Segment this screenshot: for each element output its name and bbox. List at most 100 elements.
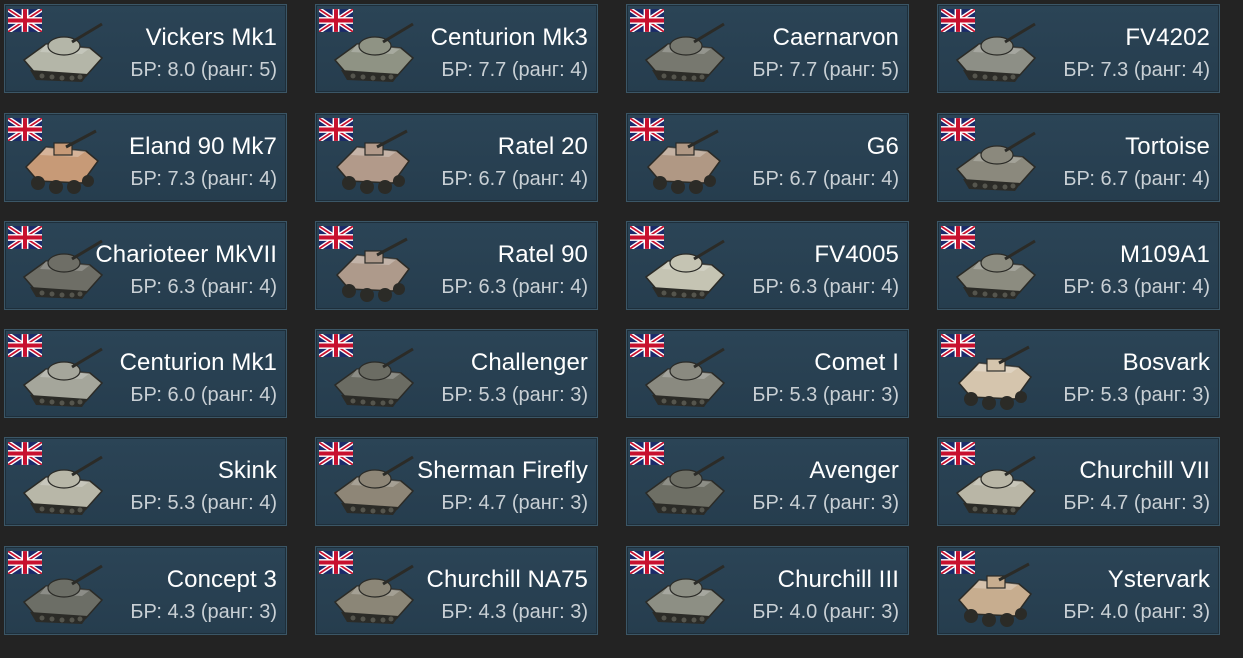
vehicle-icon xyxy=(957,345,1033,410)
vehicle-icon xyxy=(22,239,104,299)
vehicle-name: Bosvark xyxy=(1122,349,1210,376)
vehicle-card-churchill-na75[interactable]: Churchill NA75 БР: 4.3 (ранг: 3) xyxy=(315,546,598,635)
vehicle-body xyxy=(955,22,1037,82)
vehicle-icon xyxy=(955,239,1037,299)
vehicle-name: Eland 90 Mk7 xyxy=(129,133,277,160)
vehicle-icon xyxy=(644,455,726,515)
vehicle-name: FV4005 xyxy=(814,241,899,268)
vehicle-name: Skink xyxy=(217,457,277,484)
vehicle-icon xyxy=(955,455,1037,515)
vehicle-card-ystervark[interactable]: Ystervark БР: 4.0 (ранг: 3) xyxy=(937,546,1220,635)
vehicle-card-ratel-20[interactable]: Ratel 20 БР: 6.7 (ранг: 4) xyxy=(315,113,598,202)
vehicle-icon xyxy=(644,564,726,624)
vehicle-name: Comet I xyxy=(814,349,899,376)
vehicle-card-fv4005[interactable]: FV4005 БР: 6.3 (ранг: 4) xyxy=(626,221,909,310)
battle-rating: БР: 6.3 (ранг: 4) xyxy=(752,276,899,298)
battle-rating: БР: 7.7 (ранг: 4) xyxy=(441,59,588,81)
vehicle-icon xyxy=(333,455,415,515)
vehicle-name: Churchill III xyxy=(777,566,899,593)
vehicle-body xyxy=(335,129,411,194)
vehicle-body xyxy=(955,239,1037,299)
vehicle-icon xyxy=(24,129,100,194)
vehicle-card-caernarvon[interactable]: Caernarvon БР: 7.7 (ранг: 5) xyxy=(626,4,909,93)
vehicle-name: Centurion Mk3 xyxy=(430,24,588,51)
vehicle-name: Churchill VII xyxy=(1079,457,1210,484)
vehicle-body xyxy=(22,347,104,407)
vehicle-card-churchill-iii[interactable]: Churchill III БР: 4.0 (ранг: 3) xyxy=(626,546,909,635)
vehicle-name: Concept 3 xyxy=(166,566,277,593)
battle-rating: БР: 5.3 (ранг: 3) xyxy=(1063,384,1210,406)
vehicle-body xyxy=(22,455,104,515)
battle-rating: БР: 4.3 (ранг: 3) xyxy=(441,601,588,623)
vehicle-name: Tortoise xyxy=(1125,133,1210,160)
vehicle-body xyxy=(955,131,1037,191)
vehicle-icon xyxy=(644,347,726,407)
vehicle-name: Caernarvon xyxy=(772,24,899,51)
vehicle-body xyxy=(22,22,104,82)
vehicle-card-sherman-firefly[interactable]: Sherman Firefly БР: 4.7 (ранг: 3) xyxy=(315,437,598,526)
vehicle-icon xyxy=(955,131,1037,191)
vehicle-name: Ratel 20 xyxy=(497,133,588,160)
battle-rating: БР: 4.7 (ранг: 3) xyxy=(752,492,899,514)
battle-rating: БР: 6.3 (ранг: 4) xyxy=(441,276,588,298)
battle-rating: БР: 4.7 (ранг: 3) xyxy=(441,492,588,514)
vehicle-icon xyxy=(333,564,415,624)
vehicle-card-charioteer-mkvii[interactable]: Charioteer MkVII БР: 6.3 (ранг: 4) xyxy=(4,221,287,310)
battle-rating: БР: 5.3 (ранг: 4) xyxy=(130,492,277,514)
vehicle-body xyxy=(957,562,1033,627)
battle-rating: БР: 6.7 (ранг: 4) xyxy=(1063,168,1210,190)
vehicle-card-bosvark[interactable]: Bosvark БР: 5.3 (ранг: 3) xyxy=(937,329,1220,418)
battle-rating: БР: 4.7 (ранг: 3) xyxy=(1063,492,1210,514)
vehicle-grid: Vickers Mk1 БР: 8.0 (ранг: 5) Centurion … xyxy=(0,0,1243,658)
vehicle-body xyxy=(955,455,1037,515)
vehicle-icon xyxy=(22,564,104,624)
vehicle-card-churchill-vii[interactable]: Churchill VII БР: 4.7 (ранг: 3) xyxy=(937,437,1220,526)
vehicle-icon xyxy=(335,237,411,302)
battle-rating: БР: 4.0 (ранг: 3) xyxy=(1063,601,1210,623)
vehicle-card-concept-3[interactable]: Concept 3 БР: 4.3 (ранг: 3) xyxy=(4,546,287,635)
vehicle-icon xyxy=(957,562,1033,627)
battle-rating: БР: 4.3 (ранг: 3) xyxy=(130,601,277,623)
vehicle-name: Charioteer MkVII xyxy=(95,241,277,268)
vehicle-card-avenger[interactable]: Avenger БР: 4.7 (ранг: 3) xyxy=(626,437,909,526)
vehicle-name: Challenger xyxy=(470,349,588,376)
vehicle-body xyxy=(333,22,415,82)
vehicle-body xyxy=(957,345,1033,410)
vehicle-card-vickers-mk1[interactable]: Vickers Mk1 БР: 8.0 (ранг: 5) xyxy=(4,4,287,93)
vehicle-card-fv4202[interactable]: FV4202 БР: 7.3 (ранг: 4) xyxy=(937,4,1220,93)
vehicle-body xyxy=(644,22,726,82)
vehicle-name: Ratel 90 xyxy=(497,241,588,268)
vehicle-name: FV4202 xyxy=(1125,24,1210,51)
vehicle-card-g6[interactable]: G6 БР: 6.7 (ранг: 4) xyxy=(626,113,909,202)
battle-rating: БР: 8.0 (ранг: 5) xyxy=(130,59,277,81)
vehicle-card-centurion-mk1[interactable]: Centurion Mk1 БР: 6.0 (ранг: 4) xyxy=(4,329,287,418)
vehicle-card-m109a1[interactable]: M109A1 БР: 6.3 (ранг: 4) xyxy=(937,221,1220,310)
battle-rating: БР: 6.3 (ранг: 4) xyxy=(1063,276,1210,298)
battle-rating: БР: 5.3 (ранг: 3) xyxy=(441,384,588,406)
vehicle-card-challenger[interactable]: Challenger БР: 5.3 (ранг: 3) xyxy=(315,329,598,418)
vehicle-card-tortoise[interactable]: Tortoise БР: 6.7 (ранг: 4) xyxy=(937,113,1220,202)
vehicle-body xyxy=(333,455,415,515)
vehicle-name: Churchill NA75 xyxy=(426,566,588,593)
vehicle-name: Centurion Mk1 xyxy=(119,349,277,376)
vehicle-name: Ystervark xyxy=(1107,566,1210,593)
vehicle-name: Vickers Mk1 xyxy=(145,24,277,51)
battle-rating: БР: 5.3 (ранг: 3) xyxy=(752,384,899,406)
vehicle-name: M109A1 xyxy=(1120,241,1210,268)
vehicle-card-skink[interactable]: Skink БР: 5.3 (ранг: 4) xyxy=(4,437,287,526)
battle-rating: БР: 6.7 (ранг: 4) xyxy=(752,168,899,190)
vehicle-body xyxy=(644,564,726,624)
vehicle-body xyxy=(24,129,100,194)
vehicle-body xyxy=(335,237,411,302)
vehicle-card-centurion-mk3[interactable]: Centurion Mk3 БР: 7.7 (ранг: 4) xyxy=(315,4,598,93)
vehicle-icon xyxy=(22,347,104,407)
vehicle-name: G6 xyxy=(866,133,899,160)
vehicle-body xyxy=(333,564,415,624)
vehicle-body xyxy=(22,564,104,624)
battle-rating: БР: 6.0 (ранг: 4) xyxy=(130,384,277,406)
vehicle-name: Avenger xyxy=(809,457,899,484)
vehicle-card-eland-90-mk7[interactable]: Eland 90 Mk7 БР: 7.3 (ранг: 4) xyxy=(4,113,287,202)
vehicle-card-ratel-90[interactable]: Ratel 90 БР: 6.3 (ранг: 4) xyxy=(315,221,598,310)
vehicle-card-comet-i[interactable]: Comet I БР: 5.3 (ранг: 3) xyxy=(626,329,909,418)
vehicle-body xyxy=(644,455,726,515)
